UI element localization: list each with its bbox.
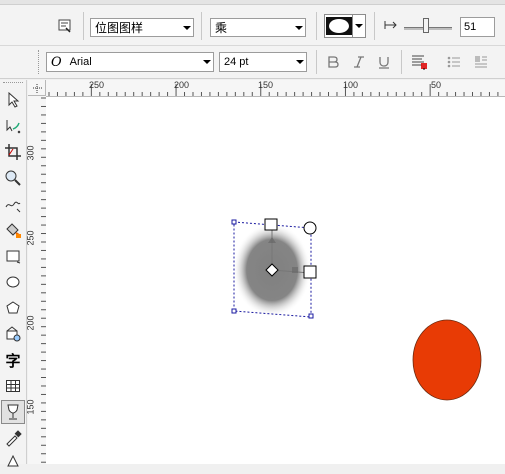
transparency-right-handle[interactable]	[303, 265, 317, 279]
bitmap-pattern-select[interactable]: 位图图样	[90, 18, 194, 37]
transparency-start-icon	[384, 20, 398, 33]
chevron-down-icon	[180, 19, 193, 36]
separator	[83, 12, 84, 40]
rectangle-tool[interactable]	[1, 244, 25, 268]
basic-shapes-icon	[6, 326, 21, 342]
text-tool[interactable]: 字	[1, 348, 25, 372]
bitmap-pattern-value: 位图图样	[95, 21, 144, 35]
chevron-down-icon	[353, 15, 365, 37]
outline-tool[interactable]	[1, 450, 25, 474]
table-grid-icon	[6, 380, 20, 392]
freehand-curve-icon	[5, 201, 21, 213]
polygon-icon	[6, 301, 20, 314]
transparency-top-handle[interactable]	[264, 218, 278, 231]
eyedropper-tool[interactable]	[1, 426, 25, 450]
pick-tool[interactable]	[1, 88, 25, 112]
pointer-arrow-icon	[8, 92, 20, 108]
zoom-tool[interactable]	[1, 166, 25, 190]
ruler-left-label: 250	[25, 230, 36, 246]
canvas-drawing	[231, 218, 482, 401]
magnifier-icon	[5, 170, 21, 186]
table-tool[interactable]	[1, 374, 25, 398]
drop-cap-button[interactable]	[470, 52, 492, 72]
pen-nib-icon	[7, 455, 19, 467]
ruler-top-label: 50	[431, 80, 442, 90]
pattern-picker-button[interactable]	[324, 14, 366, 38]
chevron-down-icon	[293, 53, 306, 71]
italic-button[interactable]	[348, 52, 370, 72]
paint-bucket-icon	[6, 223, 21, 238]
ruler-left-label: 200	[25, 315, 36, 331]
ruler-left-label: 150	[25, 399, 36, 415]
vector-midpoint	[292, 267, 298, 273]
ruler-top-label: 200	[174, 80, 190, 90]
shape-tool[interactable]	[1, 114, 25, 138]
crop-icon	[5, 144, 21, 160]
ruler-top-label: 150	[258, 80, 274, 90]
basic-shapes-tool[interactable]	[1, 322, 25, 346]
eyedropper-icon	[6, 430, 22, 447]
smart-fill-tool[interactable]	[1, 218, 25, 242]
rectangle-icon	[6, 250, 21, 264]
transparency-value-field[interactable]: 51	[460, 17, 495, 37]
interactive-transparency-tool[interactable]	[1, 400, 25, 424]
property-bar: 位图图样 乘 51	[0, 0, 505, 46]
merge-mode-select[interactable]: 乘	[210, 18, 306, 37]
ellipse-pattern-icon	[325, 15, 353, 37]
font-name-select[interactable]: O Arial	[46, 52, 214, 72]
toolbar-grip	[38, 50, 41, 74]
shape-node-icon	[6, 120, 21, 134]
transparency-slider-thumb[interactable]	[423, 18, 429, 33]
ellipse-icon	[6, 276, 20, 288]
separator	[201, 12, 202, 40]
crop-tool[interactable]	[1, 140, 25, 164]
ruler-top-label: 250	[89, 80, 105, 90]
top-strip	[0, 0, 505, 5]
chevron-down-icon	[200, 53, 213, 71]
corner-handle[interactable]	[231, 308, 237, 314]
freehand-tool[interactable]	[1, 192, 25, 216]
toolbox-grip	[3, 82, 23, 85]
separator	[374, 12, 375, 40]
transparency-settings-icon[interactable]	[54, 16, 76, 36]
separator	[401, 50, 402, 74]
toolbox: 字	[0, 80, 27, 467]
red-ellipse[interactable]	[412, 319, 482, 401]
transparency-rotate-handle[interactable]	[303, 221, 317, 235]
corner-handle[interactable]	[308, 313, 314, 319]
ruler-left-label: 300	[25, 145, 36, 161]
vertical-ruler[interactable]: 300 250 200 150	[25, 96, 47, 464]
merge-mode-value: 乘	[215, 21, 228, 35]
bullet-list-button[interactable]	[443, 52, 465, 72]
text-align-button[interactable]	[408, 52, 430, 72]
ruler-top-label: 100	[343, 80, 359, 90]
font-name-value: Arial	[69, 56, 92, 68]
text-property-bar: O Arial 24 pt	[0, 46, 505, 79]
corner-handle[interactable]	[231, 219, 237, 225]
wine-glass-icon	[7, 404, 19, 420]
ellipse-tool[interactable]	[1, 270, 25, 294]
drawing-canvas[interactable]	[46, 97, 505, 464]
bold-button[interactable]	[322, 52, 344, 72]
horizontal-ruler[interactable]: 250 200 150 100 50	[46, 80, 505, 97]
chevron-down-icon	[292, 19, 305, 36]
font-size-select[interactable]: 24 pt	[219, 52, 307, 72]
ruler-origin[interactable]	[28, 80, 46, 96]
opentype-font-icon: O	[51, 54, 62, 70]
separator	[316, 12, 317, 40]
underline-button[interactable]	[373, 52, 395, 72]
font-size-value: 24 pt	[224, 56, 249, 68]
ruler-origin-icon	[33, 84, 42, 93]
polygon-tool[interactable]	[1, 296, 25, 320]
separator	[316, 50, 317, 74]
